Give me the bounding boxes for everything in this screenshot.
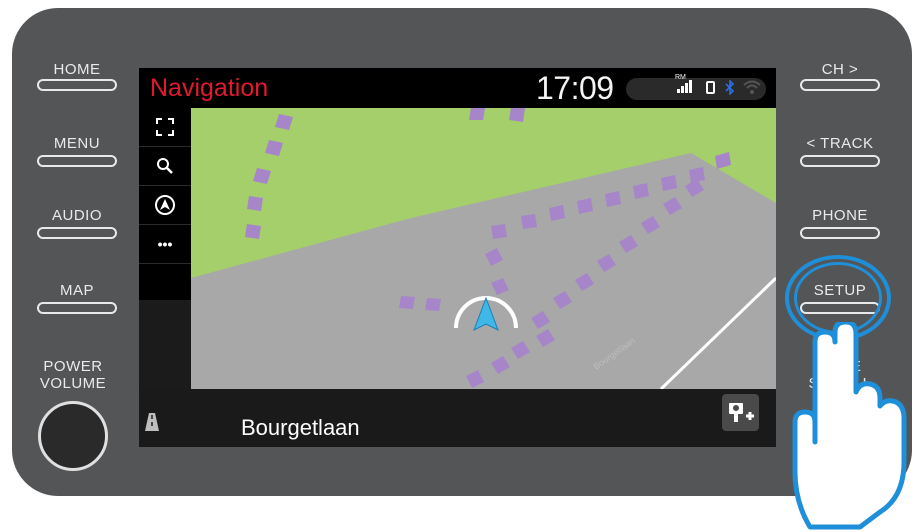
home-button[interactable]	[37, 79, 117, 91]
sidebar-fill	[139, 300, 191, 389]
app-title: Navigation	[150, 74, 269, 102]
expand-icon	[156, 118, 174, 136]
pointing-hand-icon	[792, 322, 907, 530]
ch-button[interactable]	[800, 79, 880, 91]
display-screen: Bourgetlaan Navigation 17:09 RM ••• Bour	[139, 68, 776, 447]
map-orientation-button[interactable]	[139, 186, 191, 225]
wifi-icon	[743, 80, 761, 100]
ch-button-label: CH >	[821, 61, 859, 78]
menu-button[interactable]	[37, 155, 117, 167]
road-icon	[145, 413, 159, 436]
phone-button-label: PHONE	[812, 207, 868, 224]
track-button-label: < TRACK	[806, 135, 874, 152]
compass-icon	[155, 195, 175, 215]
menu-button-label: MENU	[53, 135, 101, 152]
audio-button-label: AUDIO	[51, 207, 102, 224]
clock: 17:09	[536, 70, 614, 106]
street-info-bar	[139, 389, 776, 447]
power-volume-label: POWER VOLUME	[39, 358, 107, 392]
add-speed-camera-button[interactable]	[722, 394, 759, 431]
signal-bars-icon	[677, 80, 693, 96]
search-button[interactable]	[139, 147, 191, 186]
power-volume-knob[interactable]	[38, 401, 108, 471]
search-icon	[157, 158, 173, 174]
speed-camera-add-icon	[728, 402, 754, 422]
map-button-label: MAP	[59, 282, 94, 299]
home-button-label: HOME	[53, 61, 101, 78]
phone-button[interactable]	[800, 227, 880, 239]
map-button[interactable]	[37, 302, 117, 314]
fullscreen-button[interactable]	[139, 108, 191, 147]
more-options-button[interactable]: •••	[139, 225, 191, 264]
battery-icon	[706, 81, 715, 94]
current-street-name: Bourgetlaan	[241, 415, 360, 440]
navigation-map[interactable]: Bourgetlaan	[191, 108, 776, 389]
track-button[interactable]	[800, 155, 880, 167]
audio-button[interactable]	[37, 227, 117, 239]
bluetooth-icon	[725, 79, 735, 98]
